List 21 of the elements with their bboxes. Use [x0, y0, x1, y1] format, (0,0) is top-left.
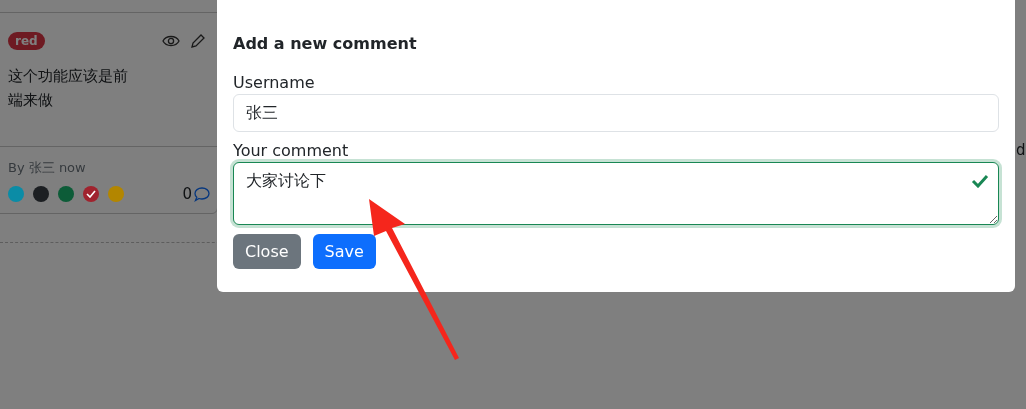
color-dot[interactable]: [33, 186, 49, 202]
modal-title: Add a new comment: [233, 34, 418, 53]
comment-count: 0: [182, 185, 192, 203]
color-dot[interactable]: [8, 186, 24, 202]
partial-text: d: [1016, 141, 1026, 159]
save-button[interactable]: Save: [312, 234, 376, 269]
color-dot[interactable]: [83, 186, 99, 202]
color-dot[interactable]: [58, 186, 74, 202]
comment-field[interactable]: 大家讨论下: [233, 162, 999, 225]
eye-icon[interactable]: [162, 34, 180, 48]
color-dot[interactable]: [108, 186, 124, 202]
pencil-icon[interactable]: [190, 33, 206, 49]
field-label: Your comment: [233, 141, 350, 161]
check-icon: [971, 174, 989, 188]
comment-icon[interactable]: [194, 186, 210, 202]
tag-label: red: [8, 32, 45, 50]
username-field[interactable]: 张三: [233, 94, 999, 132]
field-label: Username: [233, 73, 316, 93]
close-button[interactable]: Close: [233, 234, 301, 269]
card-text: 这个功能应该是前端来做: [7, 66, 129, 111]
byline: By 张三 now: [8, 159, 87, 177]
